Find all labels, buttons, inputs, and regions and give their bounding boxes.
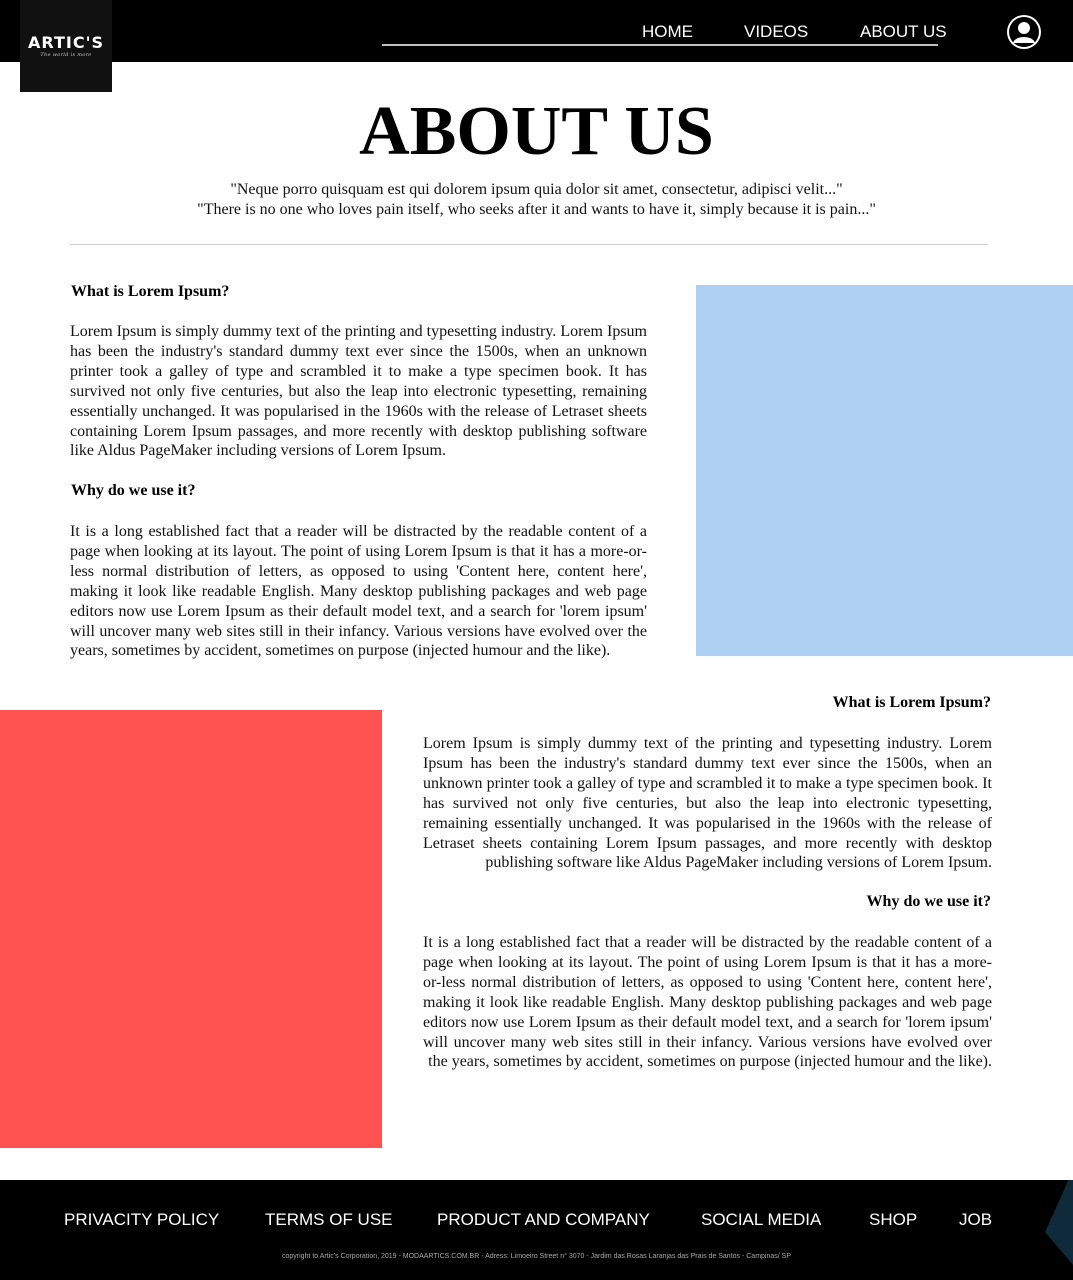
nav-videos-link[interactable]: VIDEOS <box>744 22 808 42</box>
section1-paragraph-what: Lorem Ipsum is simply dummy text of the … <box>70 323 647 460</box>
red-image-placeholder <box>0 710 382 1148</box>
section-divider <box>70 244 988 245</box>
section1-paragraph-why: It is a long established fact that a rea… <box>70 523 647 660</box>
logo-tagline: The world is more <box>40 52 92 58</box>
footer-link-job[interactable]: JOB <box>959 1210 992 1230</box>
logo-name: ARTIC'S <box>27 33 104 52</box>
hero-quote-line-2: "There is no one who loves pain itself, … <box>197 201 876 218</box>
section2-paragraph-why: It is a long established fact that a rea… <box>423 934 992 1071</box>
hero-quote-line-1: "Neque porro quisquam est qui dolorem ip… <box>230 181 843 198</box>
footer-link-product-and-company[interactable]: PRODUCT AND COMPANY <box>437 1210 650 1230</box>
corner-decoration-icon <box>1045 1180 1073 1265</box>
footer: PRIVACITY POLICY TERMS OF USE PRODUCT AN… <box>0 1180 1073 1280</box>
nav-underline <box>382 44 938 46</box>
section2-paragraph-what: Lorem Ipsum is simply dummy text of the … <box>423 735 992 872</box>
user-avatar-icon[interactable] <box>1007 15 1041 49</box>
logo[interactable]: ARTIC'S The world is more <box>20 0 112 92</box>
nav-about-us-link[interactable]: ABOUT US <box>860 22 947 42</box>
section1-heading-what: What is Lorem Ipsum? <box>71 283 230 300</box>
section1-heading-why: Why do we use it? <box>71 482 196 499</box>
footer-link-shop[interactable]: SHOP <box>869 1210 917 1230</box>
footer-link-social-media[interactable]: SOCIAL MEDIA <box>701 1210 821 1230</box>
footer-link-privacy-policy[interactable]: PRIVACITY POLICY <box>64 1210 219 1230</box>
footer-link-terms-of-use[interactable]: TERMS OF USE <box>265 1210 393 1230</box>
nav-home-link[interactable]: HOME <box>642 22 693 42</box>
section2-heading-why: Why do we use it? <box>866 893 991 910</box>
footer-copyright: copyright to Artic's Corporation, 2019 -… <box>282 1253 791 1260</box>
blue-image-placeholder <box>696 285 1073 656</box>
page-title: ABOUT US <box>359 93 714 170</box>
top-navigation-bar: HOME VIDEOS ABOUT US <box>0 0 1073 62</box>
section2-heading-what: What is Lorem Ipsum? <box>832 694 991 711</box>
